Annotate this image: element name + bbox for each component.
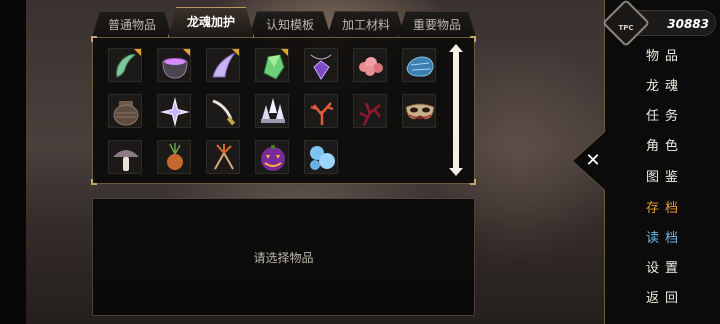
- inventory-slot[interactable]: [255, 140, 289, 174]
- inventory-slot[interactable]: [304, 94, 338, 128]
- inventory-slot[interactable]: [157, 48, 191, 82]
- purple-pendant-icon: [310, 54, 332, 80]
- menu-item-items[interactable]: 物品: [604, 44, 720, 70]
- white-star-burst-icon: [160, 97, 190, 127]
- onion-bulb-icon: [167, 143, 183, 170]
- inventory-slot[interactable]: [108, 48, 142, 82]
- menu-item-save[interactable]: 存档: [604, 196, 720, 222]
- curved-dagger-icon: [212, 99, 236, 126]
- inventory-panel: [91, 36, 476, 185]
- menu-item-codex[interactable]: 图鉴: [604, 165, 720, 191]
- masquerade-mask-icon: [405, 103, 435, 120]
- menu-item-quests[interactable]: 任务: [604, 104, 720, 130]
- scroll-thumb[interactable]: [453, 50, 459, 170]
- mushroom-icon: [113, 150, 139, 171]
- tab-cognition-templates[interactable]: 认知模板: [249, 11, 331, 37]
- white-crystal-cluster-icon: [261, 98, 285, 123]
- inventory-slot[interactable]: [108, 140, 142, 174]
- inventory-slot[interactable]: [157, 94, 191, 128]
- clay-pot-icon: [113, 101, 139, 126]
- inventory-slot[interactable]: [304, 140, 338, 174]
- menu-item-character[interactable]: 角色: [604, 134, 720, 160]
- screen-edge: [0, 0, 26, 324]
- select-item-prompt: 请选择物品: [253, 251, 314, 265]
- currency-amount: 30883: [667, 17, 709, 31]
- inventory-slot[interactable]: [353, 94, 387, 128]
- tab-processing-materials[interactable]: 加工材料: [327, 11, 405, 37]
- menu-item-back[interactable]: 返回: [604, 286, 720, 312]
- blue-ore-icon: [406, 56, 434, 77]
- new-badge: [134, 49, 141, 56]
- inventory-slot[interactable]: [255, 48, 289, 82]
- item-description-panel: 请选择物品: [92, 198, 475, 316]
- tab-dragon-soul-blessing[interactable]: 龙魂加护: [168, 7, 254, 37]
- inventory-slot[interactable]: [206, 94, 240, 128]
- menu-item-settings[interactable]: 设置: [604, 256, 720, 282]
- inventory-slot[interactable]: [206, 48, 240, 82]
- inventory-slot[interactable]: [304, 48, 338, 82]
- inventory-slot[interactable]: [108, 94, 142, 128]
- menu-item-dragon-soul[interactable]: 龙魂: [604, 74, 720, 100]
- new-badge: [281, 49, 288, 56]
- close-icon[interactable]: ✕: [583, 150, 603, 172]
- inventory-slot[interactable]: [206, 140, 240, 174]
- inventory-slot[interactable]: [157, 140, 191, 174]
- tab-key-items[interactable]: 重要物品: [398, 11, 476, 37]
- inventory-slot[interactable]: [402, 48, 436, 82]
- new-badge: [183, 49, 190, 56]
- pink-coral-icon: [359, 57, 383, 76]
- red-coral-branch-icon: [310, 102, 334, 125]
- dark-red-coral-icon: [359, 102, 381, 126]
- menu-item-load[interactable]: 读档: [604, 226, 720, 252]
- herb-root-icon: [214, 144, 234, 170]
- inventory-scrollbar[interactable]: [449, 44, 463, 176]
- scroll-down-arrow[interactable]: [449, 168, 463, 176]
- jack-o-lantern-icon: [261, 145, 285, 171]
- inventory-slot[interactable]: [255, 94, 289, 128]
- tab-normal-items[interactable]: 普通物品: [92, 11, 172, 37]
- blue-slime-icon: [310, 146, 335, 170]
- currency-emblem-text: TPC: [618, 24, 634, 32]
- new-badge: [232, 49, 239, 56]
- category-tabs: 普通物品 加工材料 认知模板 重要物品 龙魂加护: [92, 7, 476, 37]
- inventory-slot[interactable]: [402, 94, 436, 128]
- inventory-slot[interactable]: [353, 48, 387, 82]
